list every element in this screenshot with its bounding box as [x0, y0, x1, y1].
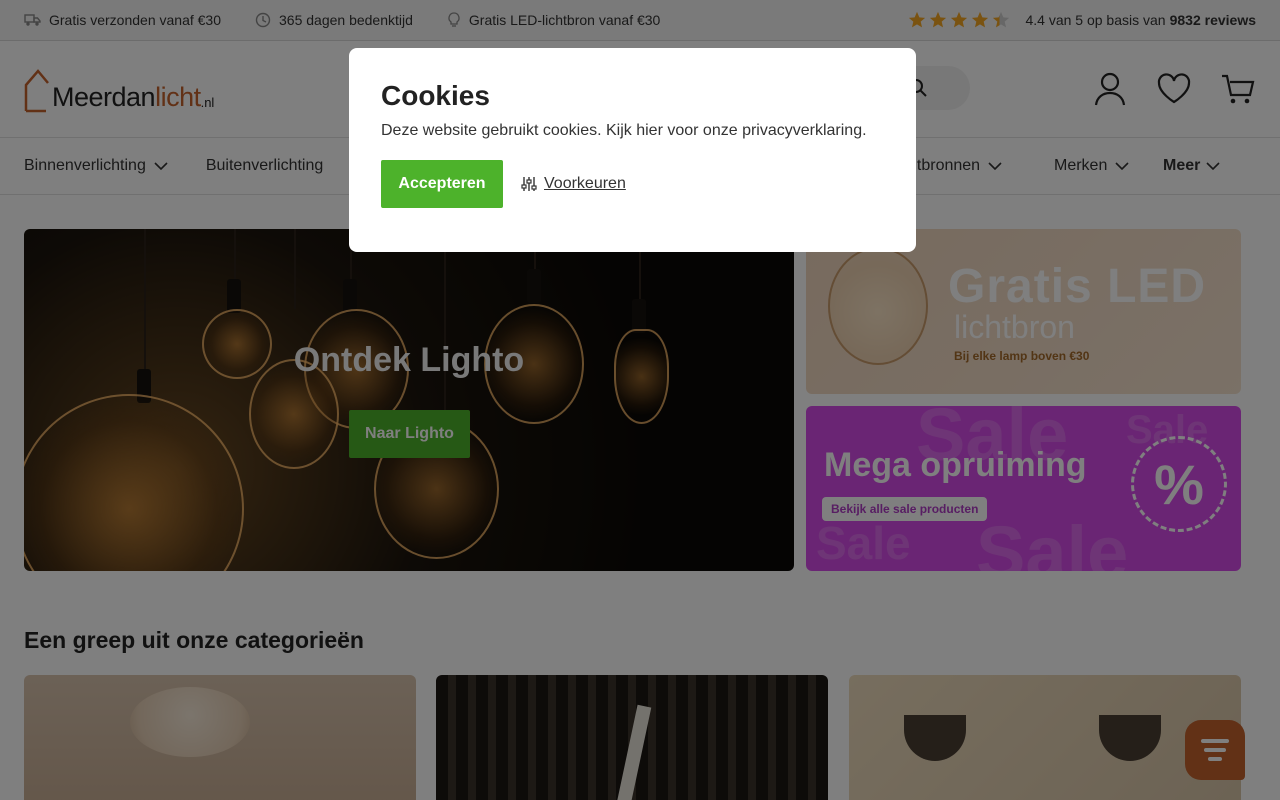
cookie-dialog: Cookies Deze website gebruikt cookies. K…	[349, 48, 916, 252]
cookie-preferences-link[interactable]: Voorkeuren	[521, 175, 626, 193]
cookie-actions: Accepteren Voorkeuren	[381, 160, 884, 208]
sliders-icon	[521, 177, 537, 191]
cookie-text: Deze website gebruikt cookies. Kijk hier…	[381, 122, 867, 139]
accept-cookies-button[interactable]: Accepteren	[381, 160, 503, 208]
cookie-title: Cookies	[381, 80, 490, 111]
cookie-preferences-label: Voorkeuren	[544, 175, 626, 192]
